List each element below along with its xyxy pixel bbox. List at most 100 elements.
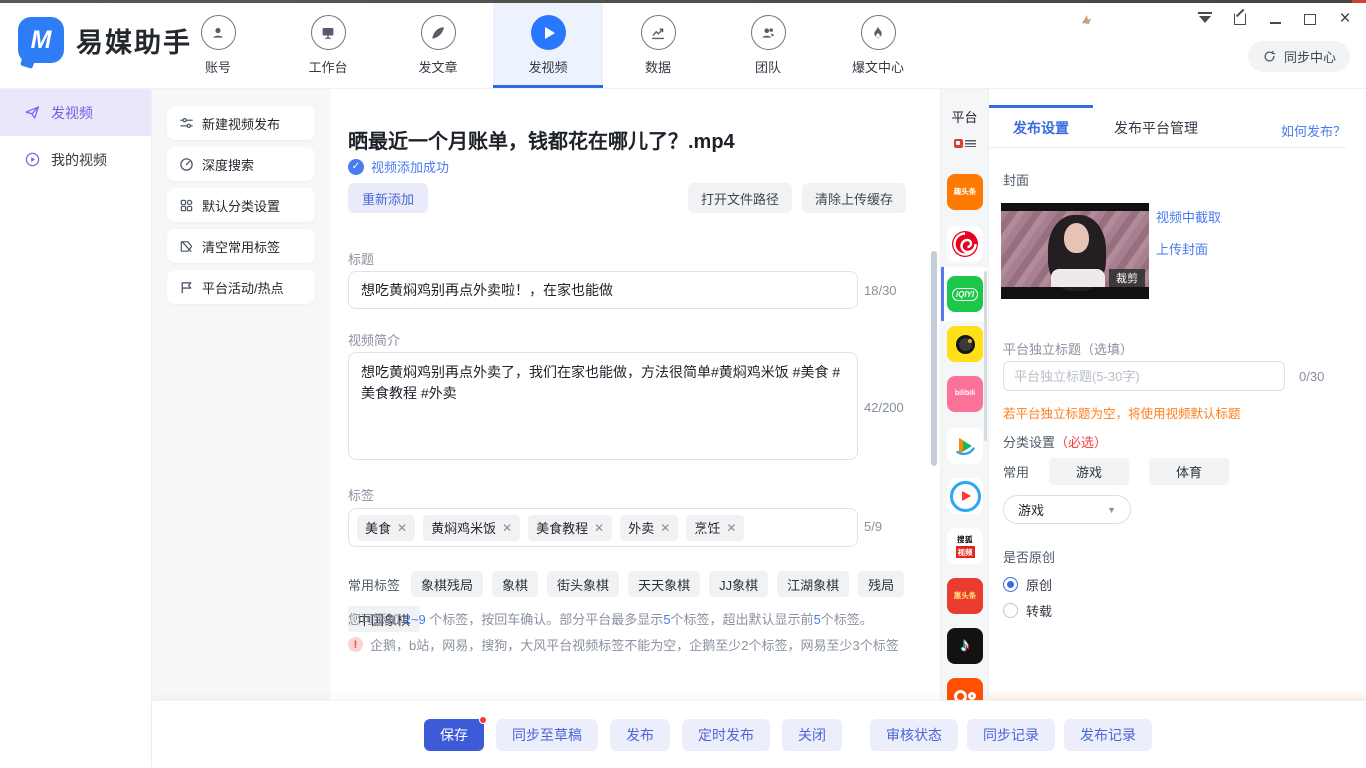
data-chart-icon — [641, 15, 676, 50]
common-tag[interactable]: 街头象棋 — [547, 571, 619, 597]
new-video-publish-button[interactable]: 新建视频发布 — [167, 106, 315, 140]
platform-icon-douyin[interactable]: ♪ — [947, 628, 983, 664]
platform-column-label: 平台 — [941, 107, 988, 126]
capture-from-video-link[interactable]: 视频中截取 — [1156, 207, 1221, 226]
footer-bar: 保存 同步至草稿 发布 定时发布 关闭 审核状态 同步记录 发布记录 — [152, 700, 1366, 768]
close-button[interactable]: × — [1336, 10, 1354, 28]
screenshot-icon[interactable] — [1231, 10, 1249, 28]
radio-unselected-icon — [1003, 603, 1018, 618]
unsaved-badge — [479, 716, 487, 724]
nav-tab-article[interactable]: 发文章 — [388, 0, 488, 88]
common-tag[interactable]: JJ象棋 — [709, 571, 768, 597]
video-desc-textarea[interactable]: 想吃黄焖鸡别再点外卖了，我们在家也能做，方法很简单#黄焖鸡米饭 #美食 #美食教… — [348, 352, 858, 460]
independent-title-input[interactable] — [1003, 361, 1285, 391]
top-strip — [0, 0, 1366, 3]
platform-icon-qutoutiao[interactable]: 趣头条 — [947, 174, 983, 210]
category-select[interactable]: 游戏 ▼ — [1003, 495, 1131, 524]
sync-to-draft-button[interactable]: 同步至草稿 — [496, 719, 598, 751]
music-note-icon: ♪ — [960, 635, 970, 657]
platform-activity-button[interactable]: 平台活动/热点 — [167, 270, 315, 304]
main-scrollbar[interactable] — [931, 251, 937, 466]
remove-tag-icon[interactable]: ✕ — [594, 521, 604, 535]
tab-publish-settings[interactable]: 发布设置 — [989, 108, 1093, 147]
nav-tab-video[interactable]: 发视频 — [493, 0, 603, 88]
nav-tab-team[interactable]: 团队 — [718, 0, 818, 88]
team-icon — [751, 15, 786, 50]
remove-tag-icon[interactable]: ✕ — [726, 521, 736, 535]
category-option-sports[interactable]: 体育 — [1149, 458, 1229, 485]
platform-icon-camera-app[interactable] — [947, 326, 983, 362]
remove-tag-icon[interactable]: ✕ — [502, 521, 512, 535]
tray-icon[interactable] — [1079, 12, 1093, 26]
nav-label: 数据 — [645, 57, 671, 76]
nav-tab-data[interactable]: 数据 — [608, 0, 708, 88]
default-category-button[interactable]: 默认分类设置 — [167, 188, 315, 222]
how-to-publish-link[interactable]: 如何发布？ — [1281, 121, 1346, 140]
platform-icon-kuaishou[interactable] — [947, 678, 983, 700]
panel-bottom-shadow — [989, 691, 1366, 700]
schedule-publish-button[interactable]: 定时发布 — [682, 719, 770, 751]
clear-tags-button[interactable]: 清空常用标签 — [167, 229, 315, 263]
publish-button[interactable]: 发布 — [610, 719, 670, 751]
main-nav: 账号 工作台 发文章 发视频 数 — [163, 0, 933, 88]
nav-label: 团队 — [755, 57, 781, 76]
open-file-path-button[interactable]: 打开文件路径 — [688, 183, 792, 213]
upload-cover-link[interactable]: 上传封面 — [1156, 239, 1221, 258]
sidebar-item-my-videos[interactable]: 我的视频 — [0, 136, 151, 183]
dropdown-filter-icon[interactable] — [1196, 10, 1214, 28]
radio-original[interactable]: 原创 — [1003, 575, 1052, 594]
platform-icon-huitoutiao[interactable]: 惠头条 — [947, 578, 983, 614]
sidebar: 发视频 我的视频 — [0, 89, 152, 768]
tab-platform-management[interactable]: 发布平台管理 — [1093, 108, 1219, 147]
platform-icon-tencent-video[interactable] — [947, 428, 983, 464]
upload-status-text: 视频添加成功 — [371, 157, 449, 176]
tags-warning: ! 企鹅，b站，网易，搜狗，大风平台视频标签不能为空，企鹅至少2个标签，网易至少… — [348, 635, 899, 654]
tag-label: 烹饪 — [694, 518, 720, 537]
common-tag[interactable]: 江湖象棋 — [777, 571, 849, 597]
minimize-button[interactable] — [1266, 10, 1284, 28]
nav-label: 发文章 — [418, 57, 457, 76]
platform-icon-youku[interactable] — [947, 478, 983, 514]
nav-tab-workbench[interactable]: 工作台 — [278, 0, 378, 88]
clear-upload-cache-button[interactable]: 清除上传缓存 — [802, 183, 906, 213]
refresh-icon — [1262, 49, 1277, 64]
platform-badge-icon — [953, 138, 977, 148]
desc-counter: 42/200 — [864, 400, 904, 415]
sync-records-button[interactable]: 同步记录 — [967, 719, 1055, 751]
radio-repost[interactable]: 转载 — [1003, 601, 1052, 620]
remove-tag-icon[interactable]: ✕ — [660, 521, 670, 535]
category-option-game[interactable]: 游戏 — [1049, 458, 1129, 485]
platform-icon-bilibili[interactable]: bilibili — [947, 376, 983, 412]
platform-icon-ifeng[interactable] — [947, 226, 983, 262]
crop-button[interactable]: 裁剪 — [1109, 269, 1145, 287]
platform-icon-sohu-video[interactable]: 搜狐 视频 — [947, 528, 983, 564]
common-tag[interactable]: 象棋残局 — [411, 571, 483, 597]
platform-icon-iqiyi[interactable]: iQIYI — [947, 276, 983, 312]
upload-status: ✓ 视频添加成功 — [348, 157, 449, 176]
common-tag[interactable]: 象棋 — [492, 571, 538, 597]
video-title-input[interactable] — [348, 271, 858, 309]
maximize-button[interactable] — [1301, 10, 1319, 28]
nav-tab-account[interactable]: 账号 — [168, 0, 268, 88]
close-editor-button[interactable]: 关闭 — [782, 719, 842, 751]
category-common-label: 常用 — [1003, 462, 1029, 481]
main-content: 晒最近一个月账单，钱都花在哪儿了？.mp4 ✓ 视频添加成功 重新添加 打开文件… — [330, 89, 940, 700]
cover-thumbnail[interactable]: 裁剪 — [1001, 203, 1149, 299]
sidebar-item-publish-video[interactable]: 发视频 — [0, 89, 151, 136]
readd-video-button[interactable]: 重新添加 — [348, 183, 428, 213]
remove-tag-icon[interactable]: ✕ — [397, 521, 407, 535]
save-button[interactable]: 保存 — [424, 719, 484, 751]
cover-label: 封面 — [1003, 170, 1029, 189]
user-icon — [201, 15, 236, 50]
radio-label: 转载 — [1026, 601, 1052, 620]
publish-records-button[interactable]: 发布记录 — [1064, 719, 1152, 751]
deep-search-button[interactable]: 深度搜索 — [167, 147, 315, 181]
common-tag[interactable]: 残局 — [858, 571, 904, 597]
sync-center-button[interactable]: 同步中心 — [1248, 41, 1350, 72]
tag-chip: 外卖✕ — [620, 515, 678, 541]
common-tag[interactable]: 天天象棋 — [628, 571, 700, 597]
tags-input[interactable]: 美食✕ 黄焖鸡米饭✕ 美食教程✕ 外卖✕ 烹饪✕ — [348, 508, 858, 547]
platform-scrollbar[interactable] — [984, 271, 987, 441]
nav-tab-hot-center[interactable]: 爆文中心 — [828, 0, 928, 88]
review-status-button[interactable]: 审核状态 — [870, 719, 958, 751]
